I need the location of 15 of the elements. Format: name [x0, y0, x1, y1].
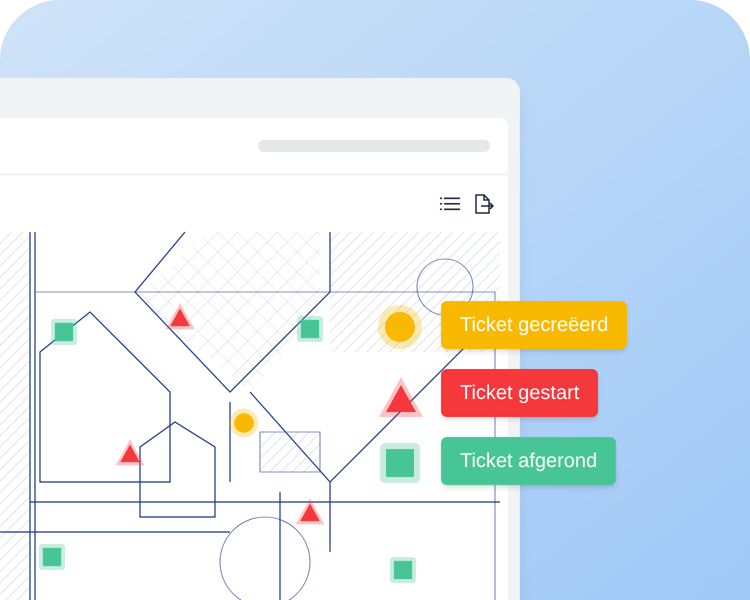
circle-marker-icon[interactable] [229, 408, 259, 438]
status-label: Ticket afgerond [441, 437, 616, 485]
square-marker-icon[interactable] [37, 542, 67, 572]
status-label: Ticket gecreëerd [441, 301, 628, 349]
status-label: Ticket gestart [441, 369, 598, 417]
square-marker-icon[interactable] [377, 440, 423, 486]
square-marker-icon[interactable] [388, 555, 418, 585]
triangle-marker-icon[interactable] [295, 497, 325, 527]
square-marker-icon[interactable] [295, 314, 325, 344]
circle-marker-icon[interactable] [377, 304, 423, 350]
triangle-marker-icon[interactable] [165, 302, 195, 332]
export-icon[interactable] [474, 194, 494, 214]
list-icon[interactable] [440, 196, 460, 210]
triangle-marker-icon[interactable] [115, 438, 145, 468]
square-marker-icon[interactable] [49, 317, 79, 347]
